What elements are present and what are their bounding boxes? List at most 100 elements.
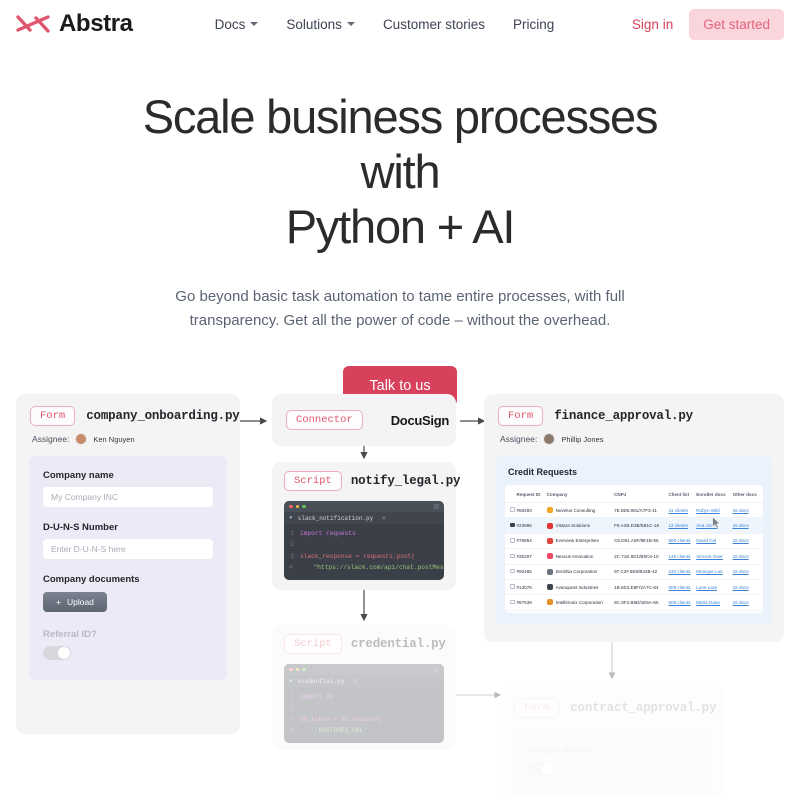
- minimize-icon: [295, 667, 299, 672]
- column-header-cnpj: CNPJ: [614, 487, 669, 503]
- close-icon[interactable]: ✕: [352, 678, 357, 685]
- cell-enroller-docs[interactable]: Lune Lara: [696, 579, 733, 596]
- checkbox-icon[interactable]: [510, 507, 515, 512]
- row-checkbox[interactable]: [505, 594, 517, 611]
- node-docusign-connector[interactable]: Connector DocuSign: [272, 394, 456, 446]
- cell-other-docs[interactable]: 15 docs: [732, 548, 763, 565]
- node-contract-approval[interactable]: Form contract_approval.py Include token?: [500, 686, 724, 796]
- line-number: 1: [290, 530, 294, 537]
- table-title: Credit Requests: [508, 467, 578, 477]
- table-row[interactable]: #23986 Vistara Solutions F6.A2B.D3B/5B1C-1…: [505, 517, 763, 534]
- row-checkbox[interactable]: [505, 517, 517, 534]
- sign-in-link[interactable]: Sign in: [632, 17, 673, 32]
- table-row[interactable]: #92465 Zenithia Corporation 97.C2F.8E6/B34…: [505, 564, 763, 580]
- table-row[interactable]: #35297 Nexxus Innovation 2C.71E.8D1/B9C6-1…: [505, 548, 763, 565]
- company-name: Novelus Consulting: [555, 507, 596, 513]
- node-company-onboarding[interactable]: Form company_onboarding.py Assignee: Ken…: [16, 394, 240, 734]
- row-checkbox[interactable]: [505, 533, 517, 550]
- referral-id-toggle[interactable]: [43, 646, 71, 660]
- table-row[interactable]: #87539 Intellitronix Corporation 8C.8F2.B9…: [505, 594, 763, 611]
- cell-enroller-docs[interactable]: Maria Dane: [696, 594, 733, 611]
- abstra-x-logo-icon: [16, 15, 50, 33]
- nav-item-solutions[interactable]: Solutions: [286, 17, 355, 32]
- row-checkbox[interactable]: [505, 502, 517, 519]
- nav-item-pricing[interactable]: Pricing: [513, 17, 554, 32]
- line-number: 2: [290, 541, 294, 549]
- cell-other-docs[interactable]: 15 docs: [732, 579, 763, 596]
- node-finance-approval[interactable]: Form finance_approval.py Assignee: Phill…: [484, 394, 784, 642]
- line-number: 1: [290, 693, 294, 700]
- checkbox-icon[interactable]: [510, 599, 515, 605]
- cell-cnpj: 2C.71E.8D1/B9C6-10: [614, 548, 669, 565]
- node-filename: finance_approval.py: [554, 409, 693, 423]
- cell-cnpj: C6.D91.A6F/9E1B-66: [614, 533, 669, 550]
- cell-company: Zenithia Corporation: [546, 564, 615, 580]
- checkbox-icon[interactable]: [510, 553, 515, 559]
- column-header-company: Company: [546, 487, 615, 503]
- close-icon[interactable]: ✕: [381, 515, 386, 522]
- brand-logo-link[interactable]: Abstra: [16, 10, 133, 38]
- node-notify-legal[interactable]: Script notify_legal.py ● slack_notificat…: [272, 462, 461, 590]
- row-checkbox[interactable]: [505, 579, 517, 596]
- cell-request-id: #76854: [516, 533, 547, 550]
- nav-item-docs[interactable]: Docs: [215, 17, 259, 32]
- checkbox-icon[interactable]: [510, 584, 515, 589]
- cell-other-docs[interactable]: 15 docs: [732, 564, 763, 580]
- code-text: "https://slack.com/api/chat.postMessage": [313, 564, 444, 572]
- line-number: 3: [290, 715, 294, 723]
- editor-tab[interactable]: ● slack_notification.py ✕: [284, 512, 444, 524]
- nav-links: Docs Solutions Customer stories Pricing: [215, 17, 555, 32]
- checkbox-icon[interactable]: [510, 522, 515, 528]
- cell-other-docs[interactable]: 15 docs: [732, 517, 763, 534]
- code-editor[interactable]: ● credential.py ✕ 1 import os 2 3 db_tok…: [284, 664, 444, 743]
- cell-request-id: #23986: [516, 517, 547, 534]
- table-row[interactable]: #76854 Everview Enterprises C6.D91.A6F/9E1…: [505, 533, 763, 550]
- cell-client-list[interactable]: 145 clients: [668, 548, 697, 565]
- line-number: 4: [289, 564, 293, 572]
- row-checkbox[interactable]: [505, 548, 517, 565]
- cell-client-list[interactable]: 600 clients: [668, 533, 697, 550]
- cell-other-docs[interactable]: 15 docs: [732, 594, 763, 611]
- column-header-enroller-docs: Enroller docs: [696, 487, 733, 503]
- cell-client-list[interactable]: 509 clients: [668, 579, 697, 596]
- upload-button[interactable]: + Upload: [43, 592, 107, 612]
- cell-request-id: #87539: [516, 594, 547, 611]
- editor-tab[interactable]: ● credential.py ✕: [284, 675, 444, 687]
- code-line: 3 slack_response = requests.post(: [284, 551, 444, 562]
- code-editor[interactable]: ● slack_notification.py ✕ 1 import reque…: [284, 501, 444, 580]
- cell-enroller-docs[interactable]: David Cel: [696, 533, 733, 550]
- workflow-diagram: Form company_onboarding.py Assignee: Ken…: [0, 390, 800, 800]
- cell-client-list[interactable]: 509 clients: [668, 594, 697, 611]
- cell-client-list[interactable]: 41 clients: [668, 502, 697, 519]
- node-header: Script notify_legal.py: [272, 462, 461, 491]
- company-name-input[interactable]: My Company INC: [43, 487, 213, 507]
- nav-item-customer-stories[interactable]: Customer stories: [383, 17, 485, 32]
- maximize-icon: [302, 667, 306, 672]
- row-checkbox[interactable]: [505, 564, 517, 580]
- column-header-other-docs: Other docs: [732, 487, 763, 503]
- company-logo-icon: [546, 553, 553, 560]
- python-file-icon: ●: [289, 515, 293, 521]
- code-line: 4 'POSTGRES_URL': [284, 725, 444, 736]
- table-row[interactable]: #13076 Avanquest Industries 1B.6D3.E8F/2A7…: [505, 579, 763, 596]
- cell-client-list[interactable]: 12 clients: [668, 517, 697, 534]
- close-icon: [289, 667, 293, 672]
- cell-other-docs[interactable]: 15 docs: [732, 502, 763, 519]
- include-token-toggle[interactable]: [527, 762, 555, 776]
- cell-enroller-docs[interactable]: Monique Lue: [696, 564, 733, 580]
- table-row[interactable]: #58493 Novelus Consulting 7E.8D6.981/A7F3-…: [505, 502, 763, 519]
- get-started-button[interactable]: Get started: [689, 8, 784, 40]
- cell-other-docs[interactable]: 15 docs: [732, 533, 763, 550]
- python-file-icon: ●: [289, 678, 293, 684]
- node-credential[interactable]: Script credential.py ● credential.py ✕ 1…: [272, 625, 456, 750]
- cell-client-list[interactable]: 240 clients: [668, 564, 697, 580]
- duns-input[interactable]: Enter D-U-N-S here: [43, 539, 213, 559]
- checkbox-icon[interactable]: [510, 538, 515, 543]
- node-header: Form company_onboarding.py: [16, 394, 240, 426]
- company-documents-label: Company documents: [43, 574, 140, 585]
- cell-request-id: #35297: [516, 548, 547, 565]
- editor-title-bar: [284, 664, 444, 675]
- checkbox-icon[interactable]: [510, 568, 515, 574]
- hero-subtitle: Go beyond basic task automation to tame …: [175, 287, 625, 330]
- cell-enroller-docs[interactable]: Vincent Geer: [696, 548, 733, 565]
